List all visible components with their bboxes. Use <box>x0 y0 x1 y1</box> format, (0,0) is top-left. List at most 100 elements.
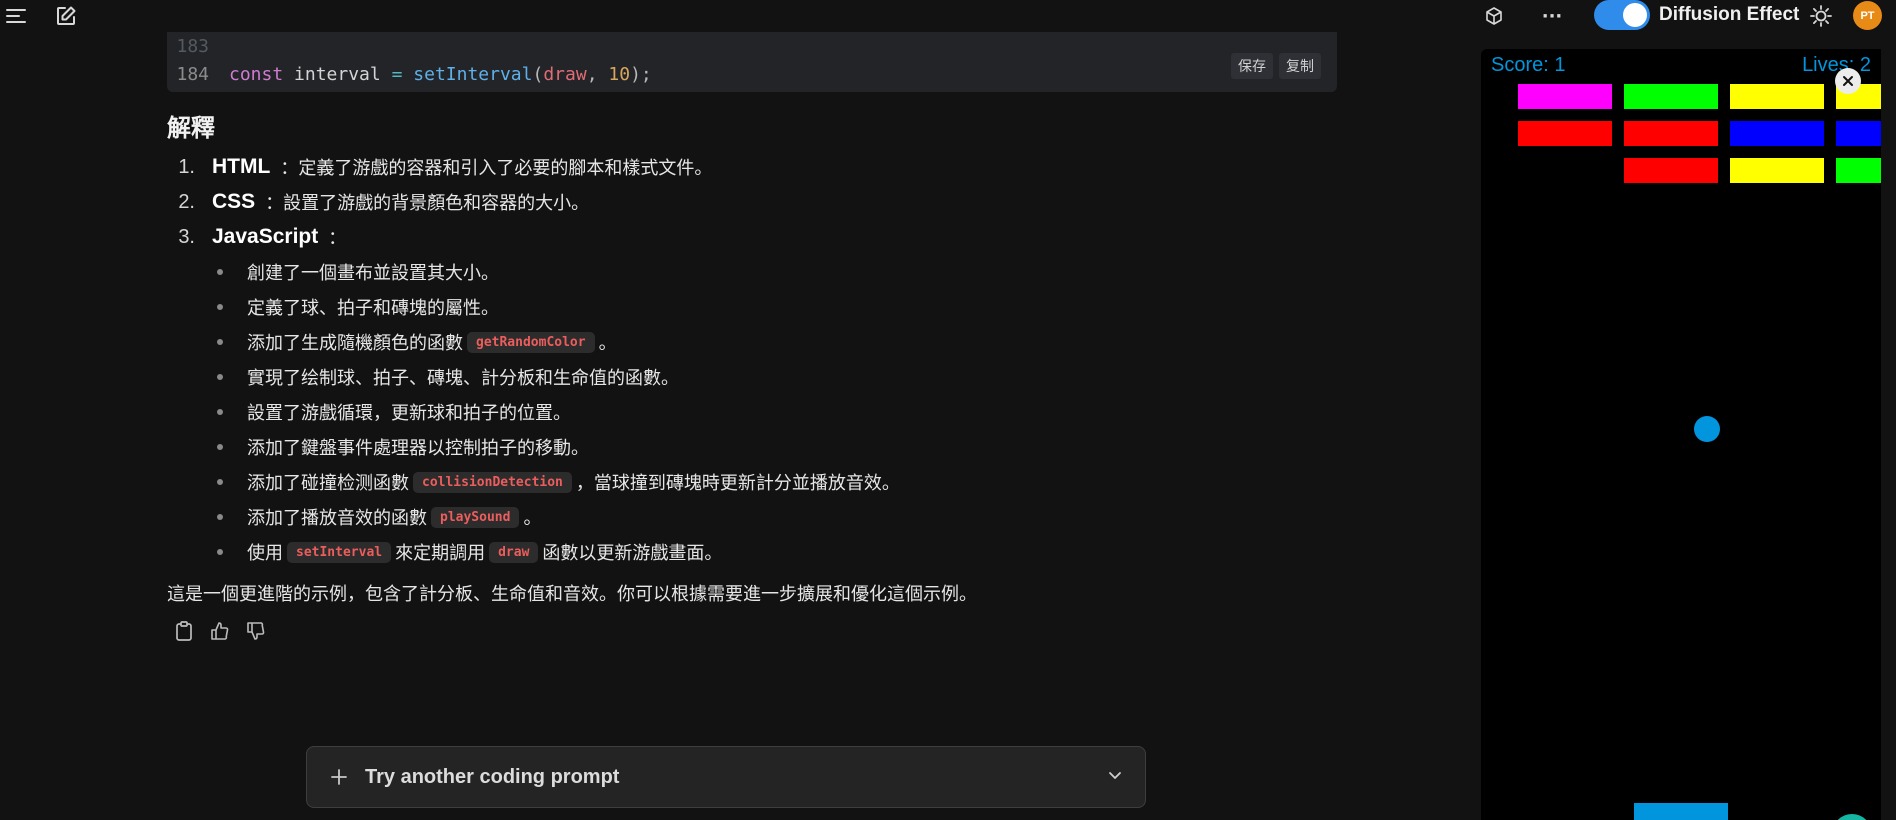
game-brick <box>1730 158 1824 183</box>
bullet-dot <box>217 339 223 345</box>
game-brick <box>1730 84 1824 109</box>
list-item-title: HTML <box>212 155 271 178</box>
thumbs-up-icon[interactable] <box>209 620 231 642</box>
bullet-text: 來定期調用 <box>395 543 486 564</box>
bullet-dot <box>217 409 223 415</box>
code-token: = <box>391 63 403 85</box>
bullet-text: 定義了球、拍子和磚塊的屬性。 <box>247 298 499 319</box>
list-item-title: CSS <box>212 190 256 213</box>
code-line: 184 const interval = setInterval(draw, 1… <box>167 60 652 88</box>
code-token: draw <box>543 63 587 85</box>
thumbs-down-icon[interactable] <box>245 620 267 642</box>
bullet-dot <box>217 549 223 555</box>
code-token: const <box>229 63 284 85</box>
bullet-text: 。 <box>523 508 542 529</box>
game-brick <box>1624 121 1718 146</box>
try-another-prompt-dropdown[interactable]: Try another coding prompt <box>306 746 1146 808</box>
copy-button[interactable]: 复制 <box>1279 53 1321 79</box>
plus-icon <box>329 767 349 787</box>
save-button[interactable]: 保存 <box>1231 53 1273 79</box>
code-token: interval <box>294 63 381 85</box>
code-token: ( <box>532 63 544 85</box>
message-actions <box>173 620 267 642</box>
diffusion-effect-label: Diffusion Effect <box>1659 4 1800 25</box>
line-number: 184 <box>176 63 209 85</box>
list-item-text: ： <box>328 228 347 249</box>
close-icon[interactable] <box>1835 68 1861 94</box>
inline-code: draw <box>489 541 539 563</box>
bullet-item: 添加了鍵盤事件處理器以控制拍子的移動。 <box>215 432 589 462</box>
list-number: 2. <box>178 190 195 213</box>
inline-code: playSound <box>431 506 520 528</box>
game-brick <box>1518 84 1612 109</box>
code-token: setInterval <box>413 63 533 85</box>
game-brick <box>1624 158 1718 183</box>
list-item: 1. HTML ：定義了游戲的容器和引入了必要的腳本和樣式文件。 <box>167 152 712 182</box>
bullet-text: 添加了碰撞检测函數 <box>247 473 409 494</box>
breakout-game-canvas[interactable]: Score: 1 Lives: 2 <box>1481 49 1881 820</box>
prompt-label: Try another coding prompt <box>365 765 620 788</box>
code-block: 183 184 const interval = setInterval(dra… <box>167 32 1337 92</box>
bullet-text: 使用 <box>247 543 283 564</box>
summary-text: 這是一個更進階的示例，包含了計分板、生命值和音效。你可以根據需要進一步擴展和優化… <box>167 584 977 605</box>
bullet-item: 創建了一個畫布並設置其大小。 <box>215 257 499 287</box>
list-item-text: ：設置了游戲的背景顏色和容器的大小。 <box>265 193 590 214</box>
edit-icon[interactable] <box>54 4 78 28</box>
game-paddle <box>1634 803 1728 820</box>
clipboard-icon[interactable] <box>173 620 195 642</box>
bullet-text: 。 <box>598 333 617 354</box>
bullet-item: 實現了绘制球、拍子、磚塊、計分板和生命值的函數。 <box>215 362 679 392</box>
score-display: Score: 1 <box>1491 54 1566 76</box>
bullet-text: 實現了绘制球、拍子、磚塊、計分板和生命值的函數。 <box>247 368 679 389</box>
bullet-text: 函數以更新游戲畫面。 <box>542 543 723 564</box>
game-brick <box>1836 158 1881 183</box>
bullet-text: ，當球撞到磚塊時更新計分並播放音效。 <box>575 473 900 494</box>
list-item: 2. CSS ：設置了游戲的背景顏色和容器的大小。 <box>167 187 589 217</box>
list-item-title: JavaScript <box>212 225 319 248</box>
list-number: 1. <box>178 155 195 178</box>
game-brick <box>1836 121 1881 146</box>
section-heading: 解釋 <box>167 114 215 142</box>
hamburger-icon[interactable] <box>4 4 28 28</box>
bullet-dot <box>217 444 223 450</box>
game-brick <box>1624 84 1718 109</box>
diffusion-effect-toggle[interactable] <box>1594 0 1650 30</box>
list-number: 3. <box>178 225 195 248</box>
game-brick <box>1518 121 1612 146</box>
code-token: 10 <box>608 63 631 85</box>
code-token: ); <box>630 63 652 85</box>
bullet-item: 添加了生成隨機顏色的函數 getRandomColor 。 <box>215 327 617 357</box>
bullet-item: 定義了球、拍子和磚塊的屬性。 <box>215 292 499 322</box>
list-item: 3. JavaScript ： <box>167 222 346 252</box>
bullet-text: 添加了鍵盤事件處理器以控制拍子的移動。 <box>247 438 589 459</box>
chevron-down-icon <box>1107 767 1123 787</box>
bullet-dot <box>217 304 223 310</box>
bullet-item: 添加了播放音效的函數 playSound 。 <box>215 502 541 532</box>
more-options-icon[interactable]: ··· <box>1540 4 1564 28</box>
sun-icon[interactable] <box>1809 4 1833 28</box>
bullet-dot <box>217 374 223 380</box>
bullet-dot <box>217 269 223 275</box>
bullet-text: 添加了播放音效的函數 <box>247 508 427 529</box>
bullet-dot <box>217 514 223 520</box>
list-item-text: ：定義了游戲的容器和引入了必要的腳本和樣式文件。 <box>280 158 713 179</box>
bullet-item: 設置了游戲循環，更新球和拍子的位置。 <box>215 397 571 427</box>
user-avatar[interactable]: PT <box>1853 1 1882 30</box>
inline-code: getRandomColor <box>467 331 595 353</box>
line-number: 183 <box>176 35 209 57</box>
bullet-item: 使用 setInterval 來定期調用 draw 函數以更新游戲畫面。 <box>215 537 722 567</box>
bullet-text: 設置了游戲循環，更新球和拍子的位置。 <box>247 403 571 424</box>
bullet-text: 創建了一個畫布並設置其大小。 <box>247 263 499 284</box>
top-bar: ··· Diffusion Effect PT <box>0 0 1896 30</box>
bullet-dot <box>217 479 223 485</box>
cube-icon[interactable] <box>1482 4 1506 28</box>
inline-code: collisionDetection <box>413 471 572 493</box>
game-brick <box>1730 121 1824 146</box>
bullet-item: 添加了碰撞检测函數 collisionDetection ，當球撞到磚塊時更新計… <box>215 467 900 497</box>
inline-code: setInterval <box>287 541 392 563</box>
preview-scroll-strip <box>1881 49 1896 820</box>
code-line: 183 <box>167 32 229 60</box>
bullet-text: 添加了生成隨機顏色的函數 <box>247 333 463 354</box>
code-token: , <box>586 63 598 85</box>
toggle-knob <box>1623 3 1647 27</box>
